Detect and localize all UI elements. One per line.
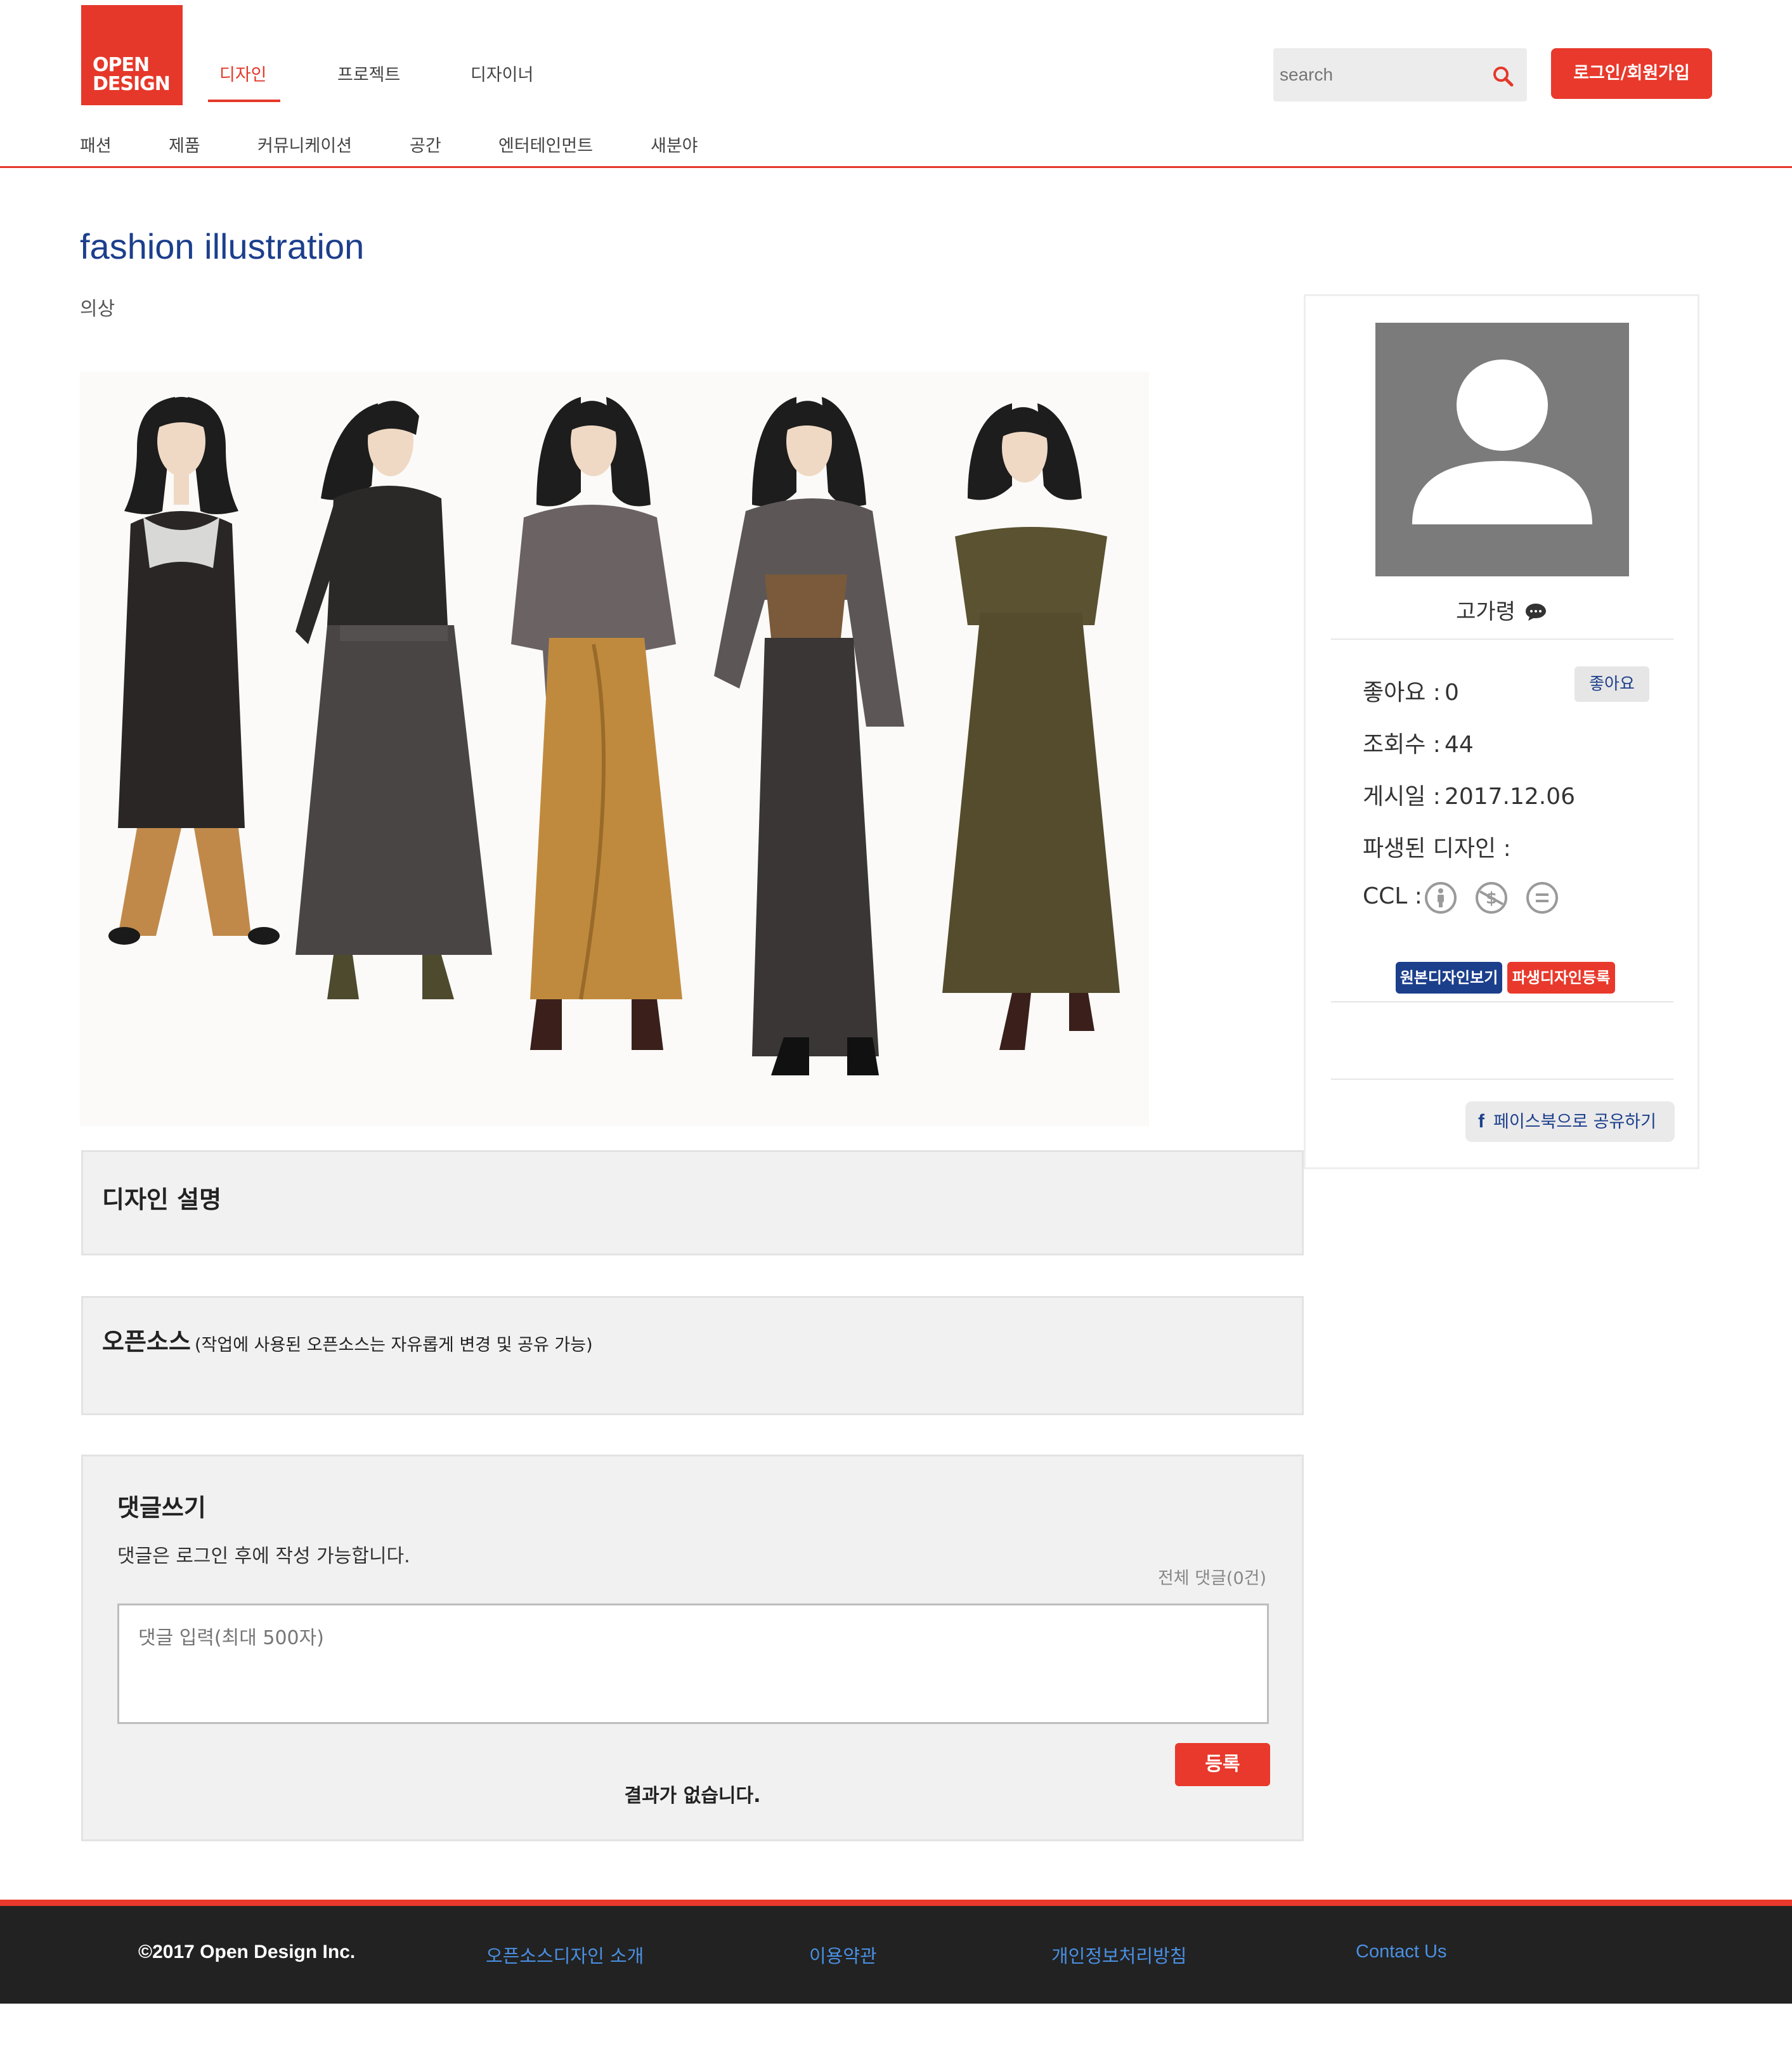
search-input[interactable]	[1280, 61, 1470, 89]
nav-active-indicator	[208, 100, 280, 102]
subnav-space[interactable]: 공간	[410, 132, 441, 157]
likes-stat: 좋아요 :0	[1363, 674, 1459, 707]
subnav-communication[interactable]: 커뮤니케이션	[257, 132, 352, 157]
site-logo[interactable]: OPEN DESIGN	[81, 5, 183, 105]
facebook-share-label: 페이스북으로 공유하기	[1493, 1112, 1656, 1132]
nav-project[interactable]: 프로젝트	[337, 61, 400, 86]
posted-value: 2017.12.06	[1444, 784, 1576, 810]
comment-title: 댓글쓰기	[117, 1494, 206, 1522]
opensource-title: 오픈소스	[102, 1328, 191, 1356]
design-description-title: 디자인 설명	[102, 1186, 222, 1214]
search-icon[interactable]	[1491, 65, 1514, 87]
subnav-fashion[interactable]: 패션	[80, 132, 112, 157]
likes-value: 0	[1444, 680, 1459, 706]
nav-designer[interactable]: 디자이너	[471, 61, 533, 86]
footer-accent-bar	[0, 1900, 1792, 1906]
register-derived-design-button[interactable]: 파생디자인등록	[1507, 962, 1615, 994]
posted-label: 게시일 :	[1363, 784, 1441, 810]
likes-label: 좋아요 :	[1363, 680, 1441, 706]
footer-link-terms[interactable]: 이용약관	[809, 1941, 877, 1968]
noncommercial-icon: $	[1476, 882, 1507, 914]
opensource-panel: 오픈소스 (작업에 사용된 오픈소스는 자유롭게 변경 및 공유 가능)	[81, 1296, 1304, 1415]
author-name[interactable]: 고가령	[1456, 599, 1516, 625]
logo-line-1: OPEN	[93, 54, 150, 76]
avatar[interactable]	[1375, 323, 1629, 576]
no-derivatives-icon	[1526, 882, 1558, 914]
footer-copyright: ©2017 Open Design Inc.	[138, 1941, 356, 1962]
views-stat: 조회수 :44	[1363, 726, 1474, 759]
footer-link-privacy[interactable]: 개인정보처리방침	[1051, 1941, 1186, 1968]
login-signup-button[interactable]: 로그인/회원가입	[1551, 48, 1712, 99]
derived-label: 파생된 디자인 :	[1363, 836, 1511, 862]
nav-design[interactable]: 디자인	[219, 61, 267, 86]
comment-panel: 댓글쓰기 댓글은 로그인 후에 작성 가능합니다. 전체 댓글(0건) 등록 결…	[81, 1455, 1304, 1841]
subnav-entertainment[interactable]: 엔터테인먼트	[498, 132, 593, 157]
facebook-icon: f	[1478, 1111, 1484, 1132]
derived-design-stat: 파생된 디자인 :	[1363, 830, 1511, 863]
footer-link-about[interactable]: 오픈소스디자인 소개	[486, 1941, 644, 1968]
like-button[interactable]: 좋아요	[1574, 666, 1649, 702]
sidebar-divider-1	[1331, 638, 1673, 640]
design-description-panel: 디자인 설명	[81, 1150, 1304, 1255]
view-original-design-button[interactable]: 원본디자인보기	[1396, 962, 1502, 994]
logo-line-2: DESIGN	[93, 73, 171, 95]
subnav-new-field[interactable]: 새분야	[651, 132, 698, 157]
header-divider	[0, 166, 1792, 168]
comment-input[interactable]	[117, 1604, 1269, 1724]
search-box	[1273, 48, 1527, 101]
designer-sidebar: 고가령 좋아요 :0 좋아요 조회수 :44 게시일 :2017.12.06 파…	[1304, 294, 1699, 1169]
attribution-icon	[1425, 882, 1457, 914]
design-category: 의상	[80, 298, 115, 320]
views-value: 44	[1444, 732, 1474, 758]
views-label: 조회수 :	[1363, 732, 1441, 758]
comment-login-note: 댓글은 로그인 후에 작성 가능합니다.	[117, 1545, 410, 1567]
design-title: fashion illustration	[80, 226, 365, 266]
ccl-label: CCL :	[1363, 883, 1422, 909]
message-icon[interactable]	[1524, 602, 1547, 621]
sidebar-divider-2	[1331, 1001, 1673, 1002]
footer: ©2017 Open Design Inc. 오픈소스디자인 소개 이용약관 개…	[0, 1906, 1792, 2004]
default-user-icon	[1412, 360, 1592, 524]
fashion-illustration-image	[80, 372, 1149, 1126]
ccl-stat: CCL :	[1363, 883, 1422, 909]
opensource-note: (작업에 사용된 오픈소스는 자유롭게 변경 및 공유 가능)	[195, 1335, 593, 1355]
subnav-product[interactable]: 제품	[169, 132, 200, 157]
comment-total-count: 전체 댓글(0건)	[1157, 1569, 1266, 1588]
comment-empty-message: 결과가 없습니다.	[624, 1785, 761, 1807]
facebook-share-button[interactable]: f 페이스북으로 공유하기	[1465, 1101, 1675, 1142]
posted-date-stat: 게시일 :2017.12.06	[1363, 778, 1575, 811]
page-root: OPEN DESIGN 디자인 프로젝트 디자이너 로그인/회원가입 패션 제품…	[0, 0, 1792, 2048]
footer-link-contact[interactable]: Contact Us	[1356, 1941, 1446, 1962]
author-name-row[interactable]: 고가령	[1306, 594, 1698, 625]
sidebar-divider-3	[1331, 1079, 1673, 1080]
